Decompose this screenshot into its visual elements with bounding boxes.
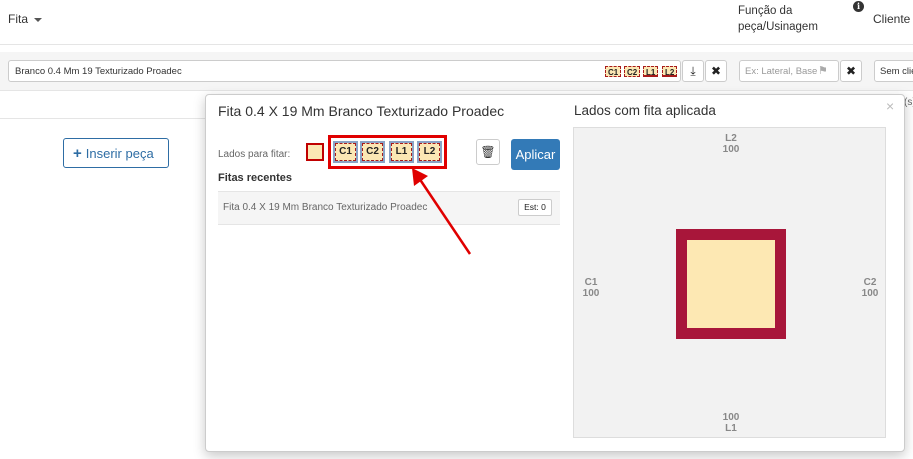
fita-chip-c2: C2	[624, 66, 641, 77]
fita-column-header[interactable]: Fita	[8, 12, 43, 26]
clear-funcao-button[interactable]: ✖	[840, 60, 862, 82]
panel-preview	[687, 240, 775, 328]
sides-label: Lados para fitar:	[218, 149, 291, 160]
side-label-c2: C2 100	[854, 277, 886, 299]
side-l2-name: L2	[725, 133, 737, 144]
fita-input-value: Branco 0.4 Mm 19 Texturizado Proadec	[15, 66, 182, 77]
cliente-column-header: Cliente	[873, 12, 911, 26]
trash-icon: 🗑	[480, 145, 496, 159]
recent-tapes-title: Fitas recentes	[218, 172, 292, 184]
close-icon: ✖	[845, 64, 857, 78]
close-icon[interactable]: ×	[886, 98, 894, 114]
flag-icon[interactable]: ⚑	[818, 64, 828, 77]
edge-band-frame	[676, 229, 786, 339]
cliente-select[interactable]: Sem cliente	[874, 60, 913, 82]
download-button[interactable]: ⤓	[682, 60, 704, 82]
side-l1-name: L1	[725, 423, 737, 434]
insert-piece-button[interactable]: + Inserir peça	[63, 138, 169, 168]
caret-down-icon	[34, 17, 43, 22]
applied-sides-title: Lados com fita aplicada	[574, 103, 716, 118]
funcao-column-header: Função da peça/Usinagem	[738, 5, 818, 33]
fita-chip-l1: L1	[643, 66, 659, 77]
list-item[interactable]: Fita 0.4 X 19 Mm Branco Texturizado Proa…	[218, 191, 560, 225]
fita-header-label: Fita	[8, 12, 29, 26]
side-c1-name: C1	[584, 277, 598, 288]
popover-title: Fita 0.4 X 19 Mm Branco Texturizado Proa…	[218, 103, 505, 119]
side-c1-value: 100	[582, 288, 600, 299]
filter-row: Branco 0.4 Mm 19 Texturizado Proadec C1 …	[0, 52, 913, 91]
recent-tape-name: Fita 0.4 X 19 Mm Branco Texturizado Proa…	[223, 202, 428, 213]
close-icon: ✖	[710, 64, 722, 78]
side-l2-value: 100	[722, 144, 740, 155]
all-sides-toggle[interactable]	[306, 143, 324, 161]
info-icon[interactable]: i	[853, 1, 864, 12]
edge-band-popover: Fita 0.4 X 19 Mm Branco Texturizado Proa…	[205, 94, 905, 452]
insert-piece-label: Inserir peça	[85, 146, 154, 161]
sides-diagram: L2 100 C1 100 C2 100 100 L1	[573, 127, 886, 438]
highlight-box	[328, 135, 447, 169]
side-l1-value: 100	[722, 412, 740, 423]
side-c2-name: C2	[863, 277, 877, 288]
side-label-l1: 100 L1	[715, 412, 747, 434]
side-label-c1: C1 100	[576, 277, 606, 299]
download-icon: ⤓	[690, 64, 696, 78]
fita-chip-l2: L2	[662, 66, 678, 77]
plus-icon: +	[73, 145, 82, 162]
side-label-l2: L2 100	[715, 133, 747, 155]
delete-button[interactable]: 🗑	[476, 139, 500, 165]
fita-chip-c1: C1	[605, 66, 622, 77]
fita-input[interactable]: Branco 0.4 Mm 19 Texturizado Proadec C1 …	[8, 60, 681, 82]
clear-fita-button[interactable]: ✖	[705, 60, 727, 82]
table-header: Fita Função da peça/Usinagem i Cliente	[0, 0, 913, 45]
side-c2-value: 100	[861, 288, 879, 299]
apply-button[interactable]: Aplicar	[511, 139, 560, 170]
stock-badge: Est: 0	[518, 199, 552, 216]
background-text: (s)	[904, 97, 913, 108]
divider	[0, 118, 205, 119]
